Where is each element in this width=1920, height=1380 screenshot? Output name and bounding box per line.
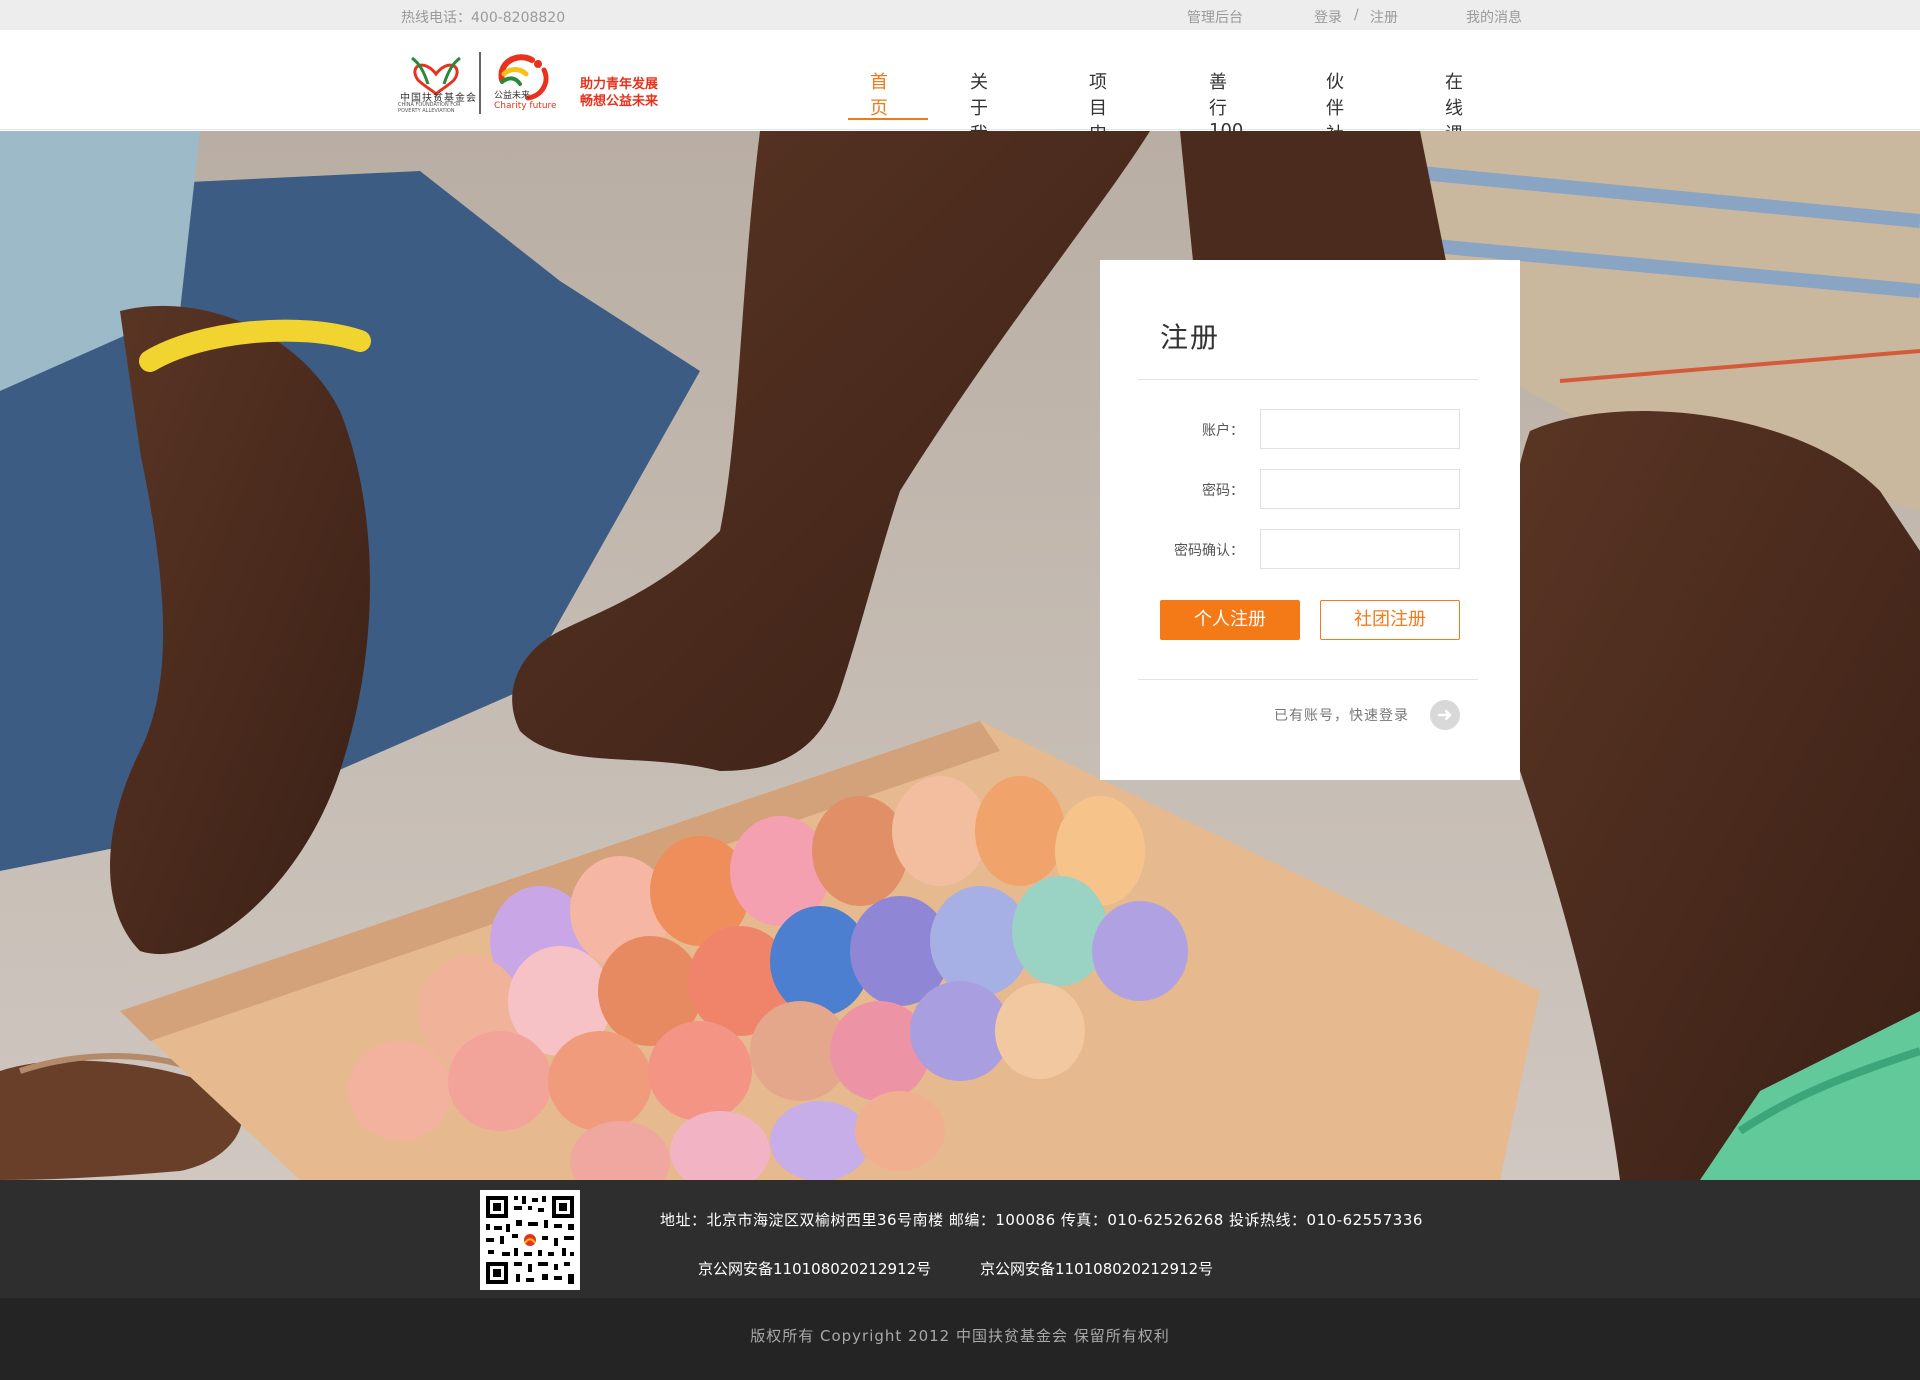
register-link[interactable]: 注册 [1370,7,1398,27]
club-register-button[interactable]: 社团注册 [1320,600,1460,640]
personal-register-button[interactable]: 个人注册 [1160,600,1300,640]
nav-home[interactable]: 首页 [870,68,888,120]
slogan-line-1: 助力青年发展 [580,77,659,92]
brand-name-en: Charity future [494,101,557,111]
title-divider [1138,379,1478,380]
footer-copyright-bar: 版权所有 Copyright 2012 中国扶贫基金会 保留所有权利 [0,1298,1920,1380]
confirm-password-input[interactable] [1260,529,1460,569]
qr-code-icon [480,1190,580,1290]
nav-active-indicator [848,118,928,120]
footer-address: 地址：北京市海淀区双榆树西里36号南楼 邮编：100086 传真：010-625… [660,1211,1423,1229]
hero-illustration [0,131,1920,1180]
logo[interactable]: 中国扶贫基金会 CHINA FOUNDATION FOR POVERTY ALL… [398,44,668,118]
bottom-divider [1138,679,1478,680]
account-input[interactable] [1260,409,1460,449]
slogan: 助力青年发展 畅想公益未来 [580,76,658,110]
register-title: 注册 [1160,321,1221,354]
admin-link[interactable]: 管理后台 [1187,7,1243,27]
copyright-text: 版权所有 Copyright 2012 中国扶贫基金会 保留所有权利 [750,1327,1170,1345]
slogan-line-2: 畅想公益未来 [580,94,659,109]
footer-icp-1: 京公网安备110108020212912号 [698,1260,932,1278]
quick-login-link[interactable]: 已有账号，快速登录 [1274,705,1409,725]
register-panel: 注册 账户： 密码： 密码确认： 个人注册 社团注册 已有账号，快速登录 [1100,260,1520,780]
top-utility-bar: 热线电话：400-8208820 管理后台 登录 / 注册 我的消息 [0,0,1920,30]
footer-info: 地址：北京市海淀区双榆树西里36号南楼 邮编：100086 传真：010-625… [0,1180,1920,1298]
messages-link[interactable]: 我的消息 [1466,7,1522,27]
login-link[interactable]: 登录 [1314,7,1342,27]
account-label: 账户： [1202,423,1244,439]
password-input[interactable] [1260,469,1460,509]
hero-image [0,131,1920,1180]
site-header: 中国扶贫基金会 CHINA FOUNDATION FOR POVERTY ALL… [0,30,1920,171]
hotline-text: 热线电话：400-8208820 [401,10,566,26]
footer-icp-2: 京公网安备110108020212912号 [980,1260,1214,1278]
password-label: 密码： [1202,483,1244,499]
arrow-right-icon[interactable] [1430,700,1460,730]
brand-name-cn: 公益未来 [494,91,531,101]
confirm-password-label: 密码确认： [1174,543,1244,559]
org-name-en: CHINA FOUNDATION FOR POVERTY ALLEVIATION [398,102,461,114]
separator: / [1354,7,1359,23]
